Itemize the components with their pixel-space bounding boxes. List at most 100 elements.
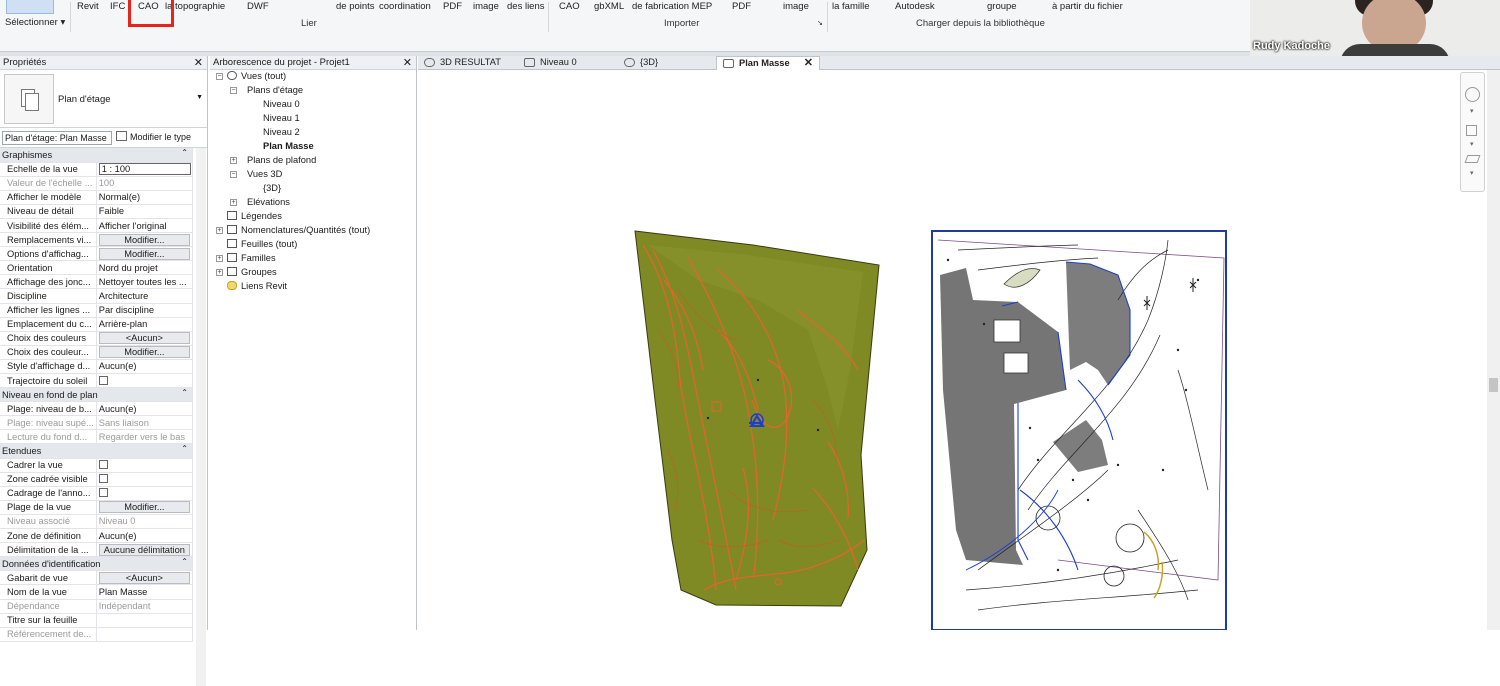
tree-3d-default[interactable]: {3D}: [263, 183, 281, 193]
property-edit-button[interactable]: Modifier...: [98, 247, 190, 260]
property-value-cell[interactable]: Architecture: [96, 288, 194, 304]
tab-3d-resultat[interactable]: 3D RESULTAT: [418, 56, 518, 70]
coordination-model-button[interactable]: coordination: [379, 1, 431, 12]
property-section[interactable]: Niveau en fond de plan ⌃: [0, 387, 193, 403]
property-value-cell[interactable]: Arrière-plan: [96, 317, 194, 332]
tree-schedules[interactable]: Nomenclatures/Quantités (tout): [227, 225, 370, 235]
property-value-cell[interactable]: Normal(e): [96, 190, 194, 205]
section-header[interactable]: Niveau en fond de plan ⌃: [0, 387, 193, 403]
property-edit-button[interactable]: Modifier...: [98, 346, 190, 359]
expand-icon[interactable]: +: [216, 269, 223, 276]
property-checkbox[interactable]: [98, 488, 108, 498]
select-menu[interactable]: Sélectionner ▾: [5, 17, 65, 28]
property-value-cell[interactable]: Aucun(e): [96, 359, 194, 375]
tree-families[interactable]: Familles: [227, 253, 276, 263]
expand-icon[interactable]: +: [216, 227, 223, 234]
drawing-canvas[interactable]: [418, 70, 1500, 631]
property-section[interactable]: Etendues ⌃: [0, 443, 193, 459]
collapse-icon[interactable]: ⌃: [181, 557, 188, 566]
property-edit-button[interactable]: Modifier...: [98, 501, 190, 514]
tree-elevations[interactable]: Elévations: [247, 197, 290, 207]
tree-sheets[interactable]: Feuilles (tout): [227, 239, 297, 249]
expand-icon[interactable]: +: [230, 199, 237, 206]
property-value-cell[interactable]: Nord du projet: [96, 260, 194, 276]
collapse-icon[interactable]: −: [216, 73, 223, 80]
fabrication-mep-button[interactable]: de fabrication MEP: [632, 1, 712, 12]
property-value-cell[interactable]: Faible: [96, 204, 194, 219]
property-checkbox[interactable]: [98, 474, 108, 484]
import-image-button[interactable]: image: [783, 1, 809, 12]
view-cube-icon[interactable]: [1464, 155, 1481, 163]
property-checkbox[interactable]: [98, 375, 108, 385]
instance-filter-select[interactable]: Plan d'étage: Plan Masse: [2, 131, 112, 145]
tree-niveau-1[interactable]: Niveau 1: [263, 113, 300, 123]
cad-site-plan[interactable]: [931, 230, 1227, 631]
section-header[interactable]: Etendues ⌃: [0, 443, 193, 459]
tab-niveau-0[interactable]: Niveau 0: [518, 56, 618, 70]
close-icon[interactable]: ✕: [403, 56, 412, 70]
property-value-cell[interactable]: Plan Masse: [96, 584, 194, 600]
chevron-down-icon[interactable]: ▼: [196, 94, 203, 101]
manage-links-button[interactable]: des liens: [507, 1, 545, 12]
tree-plan-masse[interactable]: Plan Masse: [263, 141, 314, 151]
canvas-vertical-scrollbar[interactable]: [1487, 70, 1500, 630]
property-edit-button[interactable]: Aucune délimitation: [98, 543, 190, 556]
tab-3d[interactable]: {3D}: [618, 56, 718, 70]
import-cad-button[interactable]: CAO: [559, 1, 580, 12]
topography-surface[interactable]: [634, 230, 880, 607]
property-section[interactable]: Données d'identification ⌃: [0, 556, 193, 572]
tree-groups[interactable]: Groupes: [227, 267, 277, 277]
collapse-icon[interactable]: ⌃: [181, 388, 188, 397]
collapse-icon[interactable]: −: [230, 171, 237, 178]
import-launcher-icon[interactable]: ↘: [817, 19, 823, 27]
collapse-icon[interactable]: −: [230, 87, 237, 94]
load-from-file-button[interactable]: à partir du fichier: [1052, 1, 1123, 12]
expand-icon[interactable]: +: [216, 255, 223, 262]
tree-niveau-0[interactable]: Niveau 0: [263, 99, 300, 109]
section-header[interactable]: Données d'identification ⌃: [0, 556, 193, 572]
property-value-cell[interactable]: Nettoyer toutes les ...: [96, 274, 194, 290]
load-as-group-button[interactable]: groupe: [987, 1, 1017, 12]
expand-icon[interactable]: +: [230, 157, 237, 164]
dwf-markup-button[interactable]: DWF: [247, 1, 269, 12]
collapse-icon[interactable]: ⌃: [181, 148, 188, 157]
tree-revit-links[interactable]: Liens Revit: [227, 281, 287, 291]
tree-legends[interactable]: Légendes: [227, 211, 282, 221]
link-revit-button[interactable]: Revit: [77, 1, 99, 12]
tree-views[interactable]: Vues (tout): [227, 71, 286, 81]
tab-plan-masse[interactable]: Plan Masse ✕: [716, 56, 820, 70]
property-edit-button[interactable]: <Aucun>: [98, 571, 190, 584]
scrollbar-thumb[interactable]: [1489, 378, 1498, 392]
load-autodesk-family-button[interactable]: Autodesk: [895, 1, 935, 12]
site-plan-drawing[interactable]: [418, 70, 1500, 631]
property-value-cell[interactable]: [96, 613, 194, 628]
property-input[interactable]: 1 : 100: [98, 163, 191, 176]
property-value-cell[interactable]: Aucun(e): [96, 528, 194, 544]
point-cloud-button[interactable]: de points: [336, 1, 375, 12]
property-checkbox[interactable]: [98, 460, 108, 470]
tree-niveau-2[interactable]: Niveau 2: [263, 127, 300, 137]
chevron-down-icon[interactable]: ▾: [1470, 140, 1474, 148]
edit-type-button[interactable]: Modifier le type: [116, 131, 191, 145]
type-selector[interactable]: Plan d'étage ▼: [0, 70, 207, 128]
property-value-cell[interactable]: Afficher l'original: [96, 218, 194, 234]
tree-floor-plans[interactable]: Plans d'étage: [247, 85, 303, 95]
chevron-down-icon[interactable]: ▾: [1470, 169, 1474, 177]
link-ifc-button[interactable]: IFC: [110, 1, 125, 12]
properties-scrollbar[interactable]: [196, 148, 206, 686]
chevron-down-icon[interactable]: ▾: [1470, 107, 1474, 115]
link-topography-button[interactable]: la topographie: [165, 1, 225, 12]
property-value-cell[interactable]: Aucun(e): [96, 401, 194, 417]
import-pdf-button[interactable]: PDF: [732, 1, 751, 12]
section-header[interactable]: Graphismes ⌃: [0, 148, 193, 163]
zoom-icon[interactable]: [1466, 125, 1477, 136]
link-pdf-button[interactable]: PDF: [443, 1, 462, 12]
collapse-icon[interactable]: ⌃: [181, 444, 188, 453]
select-tool-icon[interactable]: [6, 0, 54, 14]
property-edit-button[interactable]: Modifier...: [98, 233, 190, 246]
tree-ceiling-plans[interactable]: Plans de plafond: [247, 155, 316, 165]
load-family-button[interactable]: la famille: [832, 1, 870, 12]
property-edit-button[interactable]: <Aucun>: [98, 332, 190, 345]
steering-wheel-icon[interactable]: [1465, 87, 1480, 102]
import-gbxml-button[interactable]: gbXML: [594, 1, 624, 12]
